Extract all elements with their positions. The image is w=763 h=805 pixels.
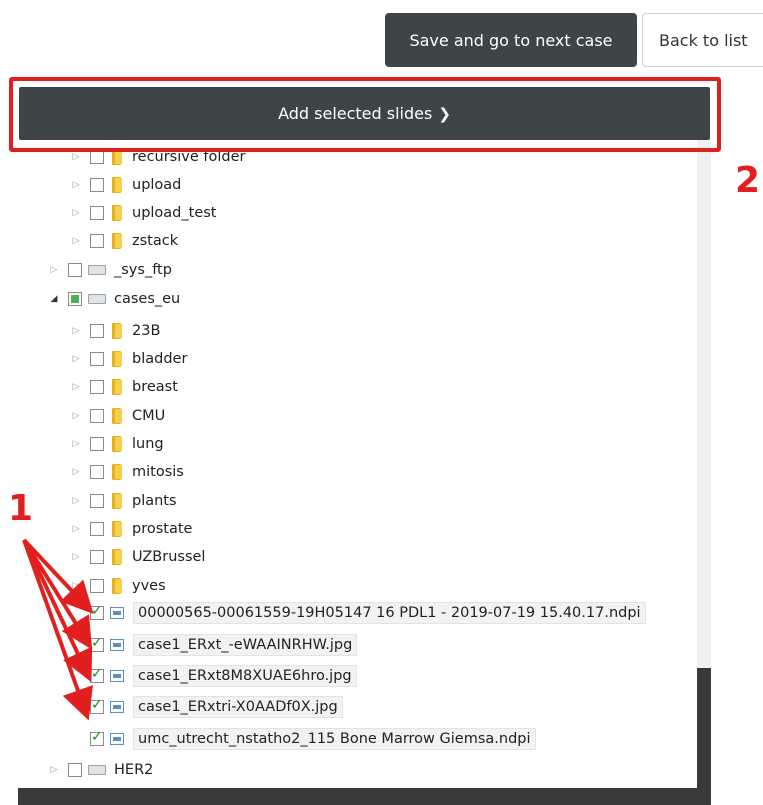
annotation-arrows: [22, 538, 94, 721]
annotation-label-1: 1: [8, 488, 34, 529]
annotation-arrow: [22, 539, 93, 683]
annotation-arrow: [22, 538, 94, 614]
annotation-label-2: 2: [735, 160, 761, 201]
